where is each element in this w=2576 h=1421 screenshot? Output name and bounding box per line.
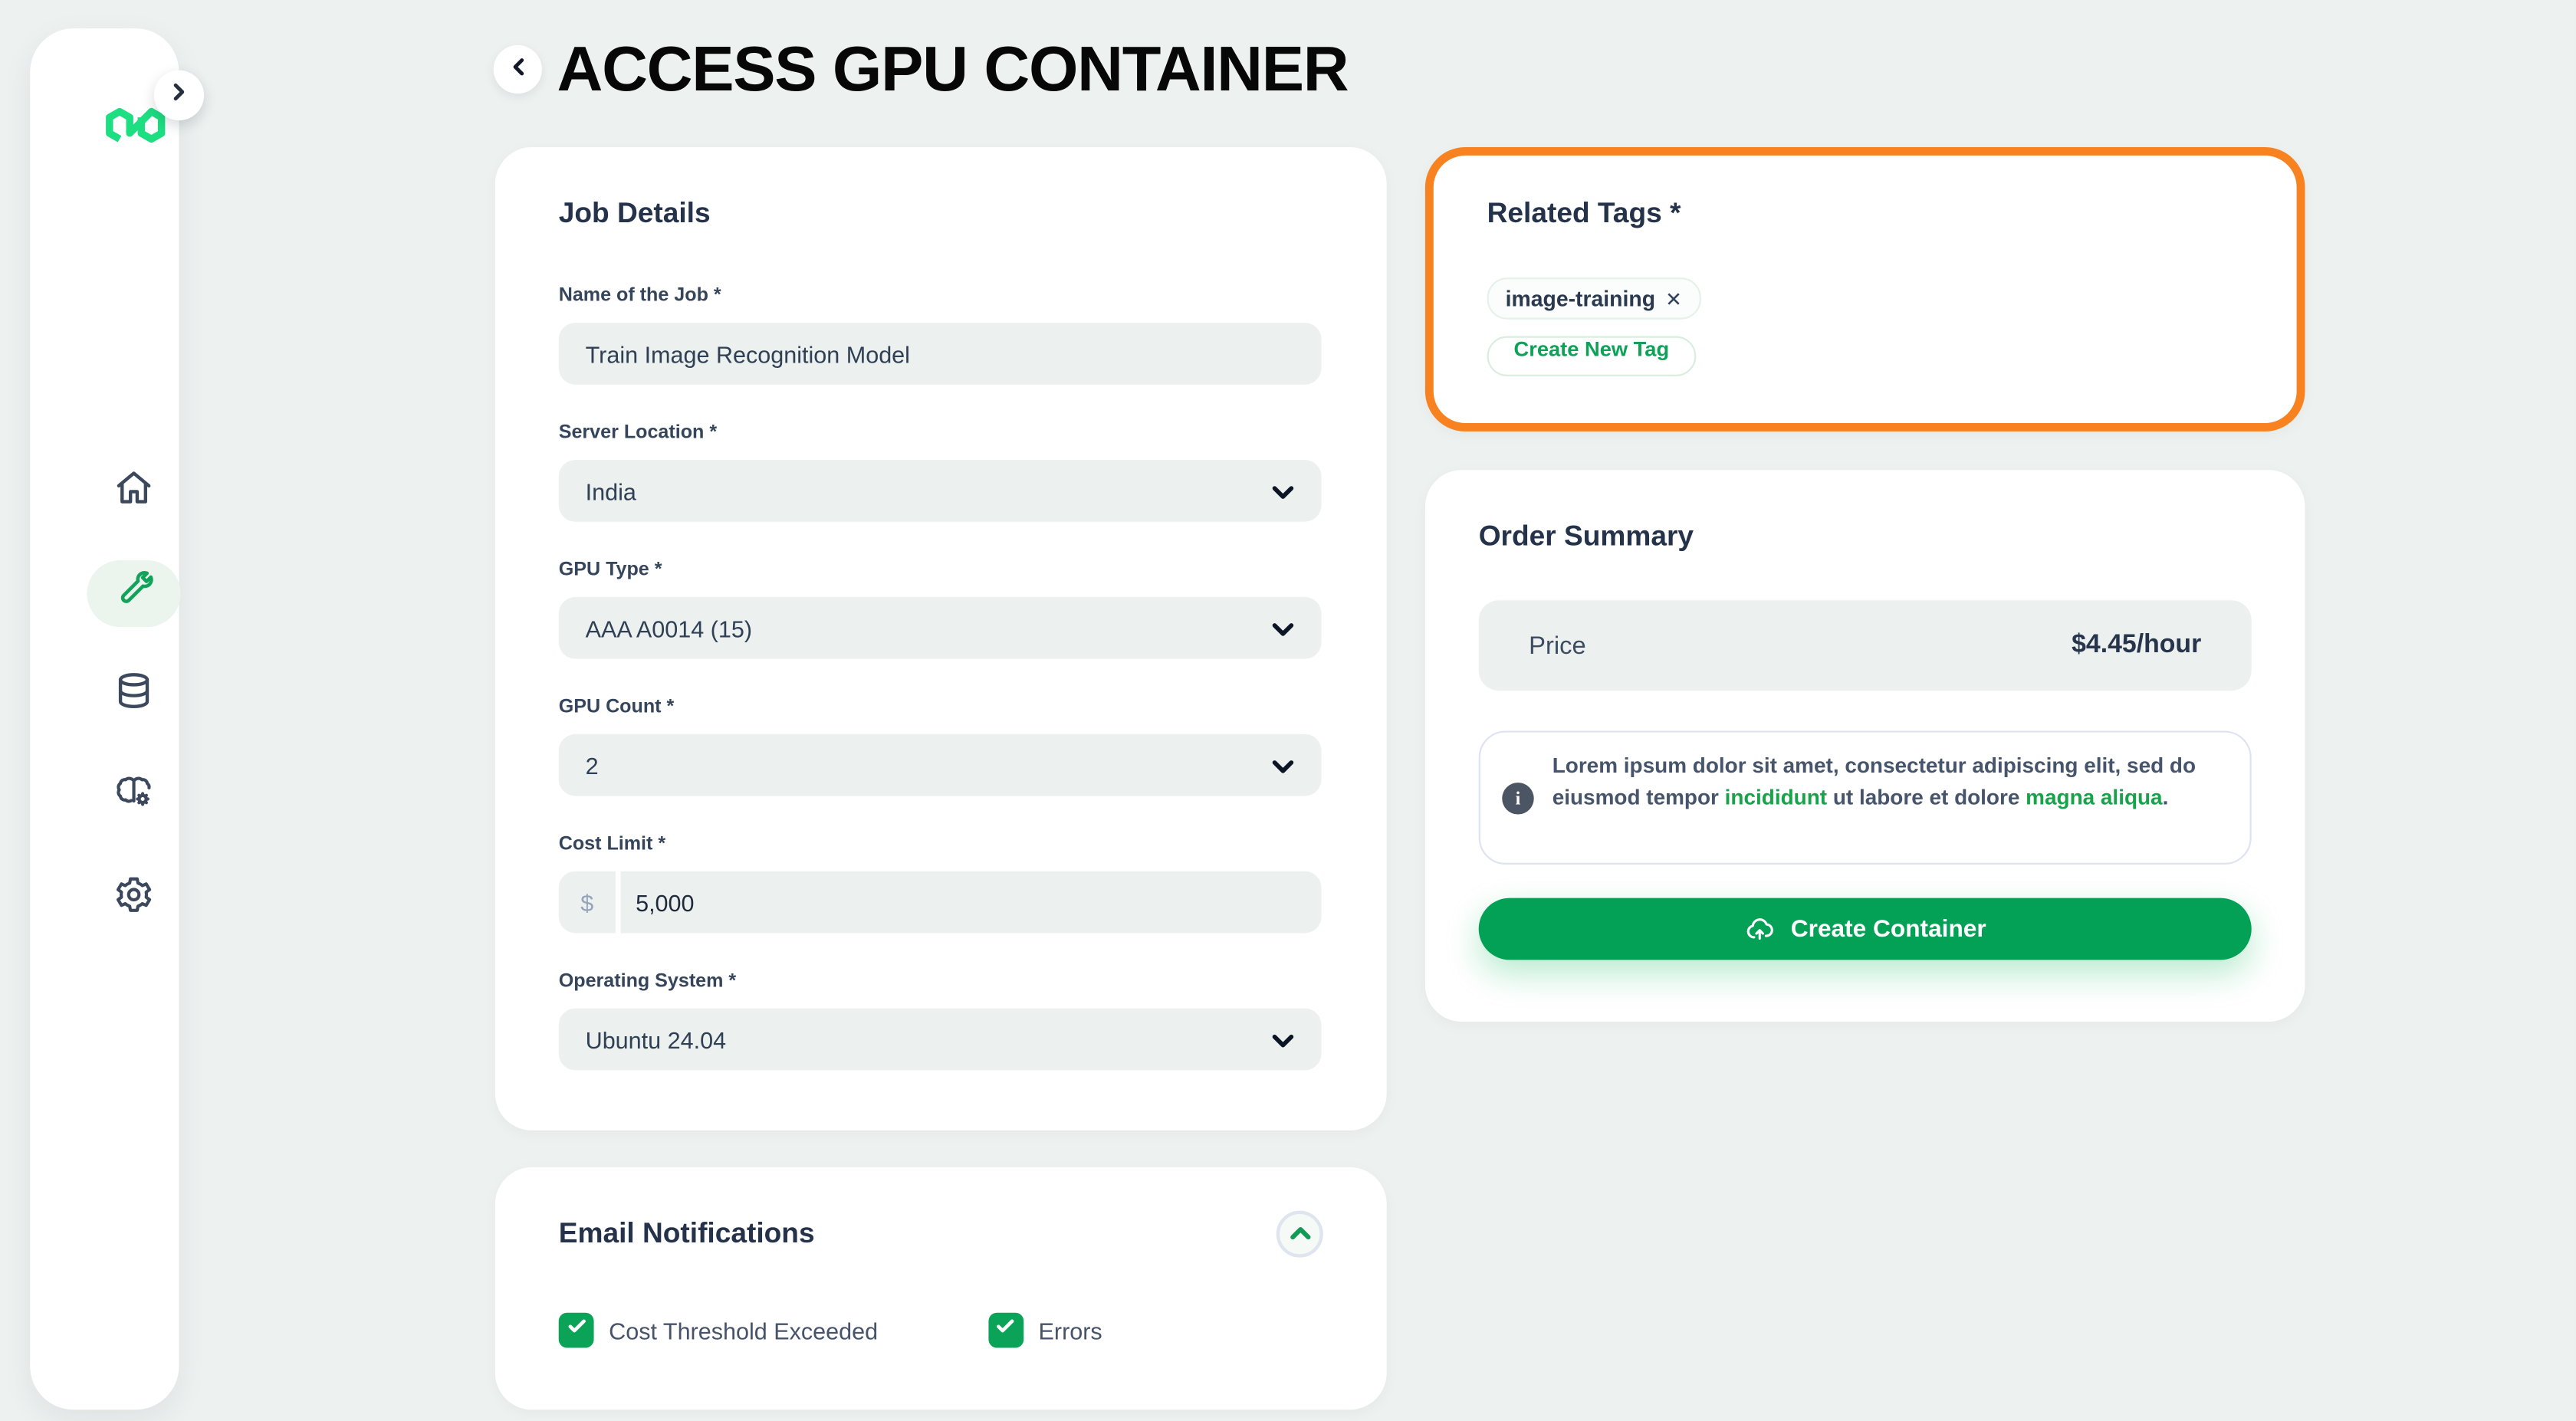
note-segment-green: magna aliqua — [2026, 783, 2163, 809]
create-new-tag-button[interactable]: Create New Tag — [1487, 336, 1697, 376]
database-icon — [113, 670, 153, 718]
back-button[interactable] — [493, 44, 542, 94]
app-root: ACCESS GPU CONTAINER Job Details Name of… — [0, 0, 2576, 1421]
cost-threshold-checkbox[interactable] — [558, 1312, 594, 1348]
cloud-upload-icon — [1744, 914, 1774, 944]
check-icon — [994, 1314, 1018, 1346]
order-summary-card: Order Summary Price $4.45/hour i Lorem i… — [1424, 470, 2305, 1022]
field-gpu-count: GPU Count * 2 — [558, 696, 1323, 796]
gpu-type-select[interactable]: AAA A0014 (15) — [558, 596, 1322, 659]
checkbox-item-errors: Errors — [988, 1312, 1102, 1348]
errors-checkbox[interactable] — [988, 1312, 1024, 1348]
sidebar-item-ai[interactable] — [113, 776, 153, 816]
gpu-count-label: GPU Count * — [558, 697, 675, 717]
page-title: ACCESS GPU CONTAINER — [557, 34, 1349, 106]
sidebar-item-tools[interactable] — [113, 569, 153, 613]
job-name-label: Name of the Job * — [558, 286, 721, 307]
brain-gear-icon — [113, 772, 153, 820]
field-job-name: Name of the Job * Train Image Recognitio… — [558, 284, 1323, 385]
chevron-left-icon — [508, 54, 527, 84]
create-container-button[interactable]: Create Container — [1478, 898, 2252, 960]
field-gpu-type: GPU Type * AAA A0014 (15) — [558, 559, 1323, 659]
gpu-count-value: 2 — [585, 751, 599, 779]
note-segment: ut labore et dolore — [1827, 783, 2026, 809]
order-summary-heading: Order Summary — [1478, 520, 1694, 552]
server-location-value: India — [585, 477, 636, 504]
note-segment-green: incididunt — [1724, 783, 1828, 809]
create-container-label: Create Container — [1790, 915, 1986, 943]
wrench-icon — [113, 569, 153, 618]
dollar-prefix: $ — [580, 888, 594, 916]
operating-system-select[interactable]: Ubuntu 24.04 — [558, 1008, 1322, 1071]
sidebar-item-database[interactable] — [113, 672, 153, 714]
gpu-type-label: GPU Type * — [558, 560, 662, 581]
server-location-select[interactable]: India — [558, 459, 1322, 522]
chevron-up-icon — [1289, 1219, 1310, 1249]
home-icon — [113, 468, 153, 516]
gpu-type-value: AAA A0014 (15) — [585, 614, 753, 642]
remove-tag-x-icon[interactable]: ✕ — [1665, 287, 1682, 310]
cost-limit-input[interactable]: $ 5,000 — [558, 871, 1322, 934]
price-label: Price — [1529, 631, 1586, 660]
info-note: i Lorem ipsum dolor sit amet, consectetu… — [1478, 730, 2252, 865]
field-operating-system: Operating System * Ubuntu 24.04 — [558, 970, 1323, 1071]
sidebar — [30, 28, 181, 1410]
sidebar-item-settings[interactable] — [113, 876, 153, 917]
operating-system-value: Ubuntu 24.04 — [585, 1026, 727, 1053]
chevron-down-icon — [1271, 615, 1295, 642]
related-tags-card: Related Tags * image-training ✕ Create N… — [1424, 146, 2305, 432]
cost-limit-label: Cost Limit * — [558, 834, 666, 855]
chevron-down-icon — [1271, 1026, 1295, 1053]
price-value: $4.45/hour — [2072, 630, 2202, 659]
tag-chip-image-training: image-training ✕ — [1487, 277, 1701, 320]
field-cost-limit: Cost Limit * $ 5,000 — [558, 833, 1323, 934]
gear-icon — [113, 874, 153, 922]
job-name-input[interactable]: Train Image Recognition Model — [558, 323, 1322, 385]
operating-system-label: Operating System * — [558, 971, 737, 992]
sidebar-item-home[interactable] — [113, 471, 153, 511]
email-notifications-card: Email Notifications Cost Threshold Excee… — [495, 1167, 1387, 1410]
sidebar-expand-button[interactable] — [153, 70, 205, 121]
check-icon — [564, 1314, 588, 1346]
job-name-value: Train Image Recognition Model — [585, 340, 910, 367]
note-segment: . — [2162, 783, 2169, 809]
chevron-down-icon — [1271, 477, 1295, 504]
tag-label: image-training — [1505, 286, 1656, 311]
server-location-label: Server Location * — [558, 422, 718, 444]
chevron-right-icon — [169, 80, 189, 110]
job-details-heading: Job Details — [558, 197, 711, 229]
info-note-text: Lorem ipsum dolor sit amet, consectetur … — [1552, 751, 2223, 845]
errors-label: Errors — [1038, 1317, 1102, 1344]
job-details-card: Job Details Name of the Job * Train Imag… — [495, 146, 1387, 1131]
info-icon: i — [1502, 783, 1534, 815]
collapse-button[interactable] — [1276, 1210, 1323, 1258]
related-tags-heading: Related Tags * — [1487, 197, 1681, 229]
price-row: Price $4.45/hour — [1478, 600, 2252, 691]
field-server-location: Server Location * India — [558, 422, 1323, 522]
create-new-tag-label: Create New Tag — [1513, 337, 1670, 362]
checkbox-item-cost-threshold: Cost Threshold Exceeded — [558, 1312, 879, 1348]
chevron-down-icon — [1271, 752, 1295, 779]
cost-limit-value: 5,000 — [636, 888, 695, 916]
cost-threshold-label: Cost Threshold Exceeded — [609, 1317, 879, 1344]
email-notifications-heading: Email Notifications — [558, 1217, 815, 1249]
gpu-count-select[interactable]: 2 — [558, 733, 1322, 796]
